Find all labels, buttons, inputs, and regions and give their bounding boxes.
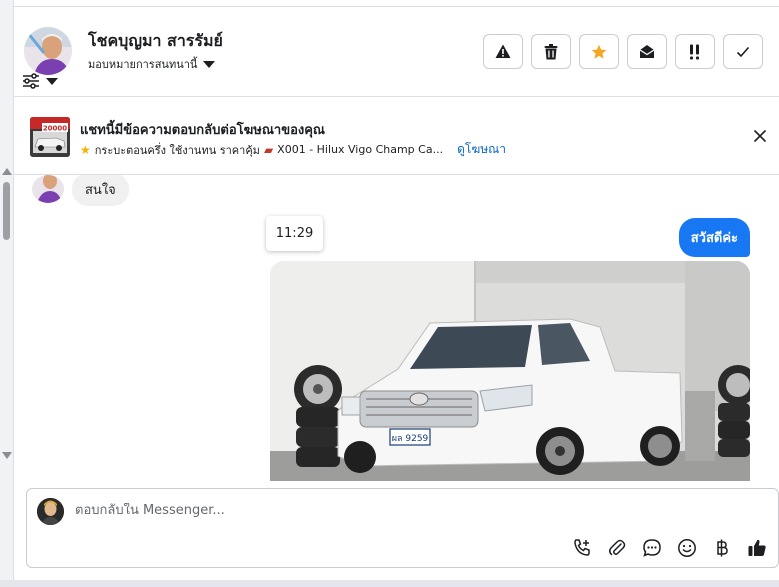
left-rail: [0, 0, 14, 587]
outgoing-message[interactable]: สวัสดีค่ะ: [678, 218, 750, 257]
scrollbar-thumb[interactable]: [3, 182, 10, 240]
conversation-panel: โชคบุญมา สารรัมย์ มอบหมายการสนทนานี้ 200…: [14, 6, 779, 578]
reply-input[interactable]: [75, 503, 675, 518]
call-button[interactable]: [571, 537, 593, 559]
exclamation-icon: [690, 44, 699, 59]
conversation-header: โชคบุญมา สารรัมย์ มอบหมายการสนทนานี้: [14, 7, 779, 97]
payment-button[interactable]: [711, 537, 733, 559]
incoming-message[interactable]: สนใจ: [72, 175, 129, 206]
license-plate: ผล 9259: [392, 434, 429, 444]
ad-thumbnail[interactable]: 20000: [30, 117, 70, 157]
saved-replies-button[interactable]: [641, 537, 663, 559]
mark-unread-button[interactable]: [627, 34, 667, 69]
report-spam-button[interactable]: [483, 34, 523, 69]
check-icon: [736, 46, 750, 57]
ad-banner-title: แชทนี้มีข้อความตอบกลับต่อโฆษณาของคุณ: [80, 123, 325, 138]
chevron-down-icon: [203, 60, 216, 68]
open-envelope-icon: [639, 45, 655, 58]
truck-icon: ▰: [263, 142, 274, 157]
assign-conversation-dropdown[interactable]: มอบหมายการสนทนานี้: [88, 55, 216, 73]
attach-button[interactable]: [606, 537, 628, 559]
ad-listing: X001 - Hilux Vigo Champ Ca...: [277, 143, 444, 156]
bottom-status-bar: [0, 580, 779, 587]
header-actions: [483, 34, 763, 69]
contact-avatar[interactable]: [24, 27, 72, 75]
paperclip-icon: [609, 539, 626, 556]
ad-thumb-price: 20000: [43, 125, 67, 133]
ad-banner-details: ★ กระบะตอนครึ่ง ใช้งานทน ราคาคุ้ม ▰ X001…: [80, 140, 506, 159]
scroll-up-arrow-icon[interactable]: [2, 168, 12, 175]
sender-avatar: [32, 175, 64, 203]
close-icon[interactable]: [753, 129, 767, 143]
filter-sliders-icon[interactable]: [22, 73, 40, 89]
delete-button[interactable]: [531, 34, 571, 69]
baht-icon: [717, 539, 728, 557]
warning-icon: [495, 44, 511, 58]
star-icon: [591, 44, 607, 59]
message-composer: [26, 488, 779, 568]
smiley-icon: [678, 539, 696, 557]
composer-tools: [571, 537, 768, 559]
phone-plus-icon: [574, 539, 590, 556]
filter-dropdown-caret-icon[interactable]: [46, 78, 58, 85]
star-button[interactable]: [579, 34, 619, 69]
assign-label: มอบหมายการสนทนานี้: [88, 58, 198, 71]
emoji-button[interactable]: [676, 537, 698, 559]
trash-icon: [544, 43, 558, 59]
thumbs-up-icon: [748, 539, 766, 556]
follow-up-button[interactable]: [675, 34, 715, 69]
ad-reply-banner: 20000 แชทนี้มีข้อความตอบกลับต่อโฆษณาของค…: [14, 97, 779, 175]
star-icon: ★: [80, 142, 91, 157]
page-avatar: [37, 498, 64, 525]
message-timestamp: 11:29: [266, 216, 323, 251]
ad-description: กระบะตอนครึ่ง ใช้งานทน ราคาคุ้ม: [94, 143, 260, 157]
view-ad-link[interactable]: ดูโฆษณา: [457, 140, 506, 159]
contact-name[interactable]: โชคบุญมา สารรัมย์: [88, 29, 223, 54]
chat-bubble-icon: [643, 539, 661, 557]
like-button[interactable]: [746, 537, 768, 559]
attached-photo[interactable]: ผล 9259: [270, 261, 750, 481]
scroll-down-arrow-icon[interactable]: [2, 452, 12, 459]
message-thread[interactable]: สนใจ 11:29 สวัสดีค่ะ ผล 9259: [14, 175, 779, 481]
mark-done-button[interactable]: [723, 34, 763, 69]
